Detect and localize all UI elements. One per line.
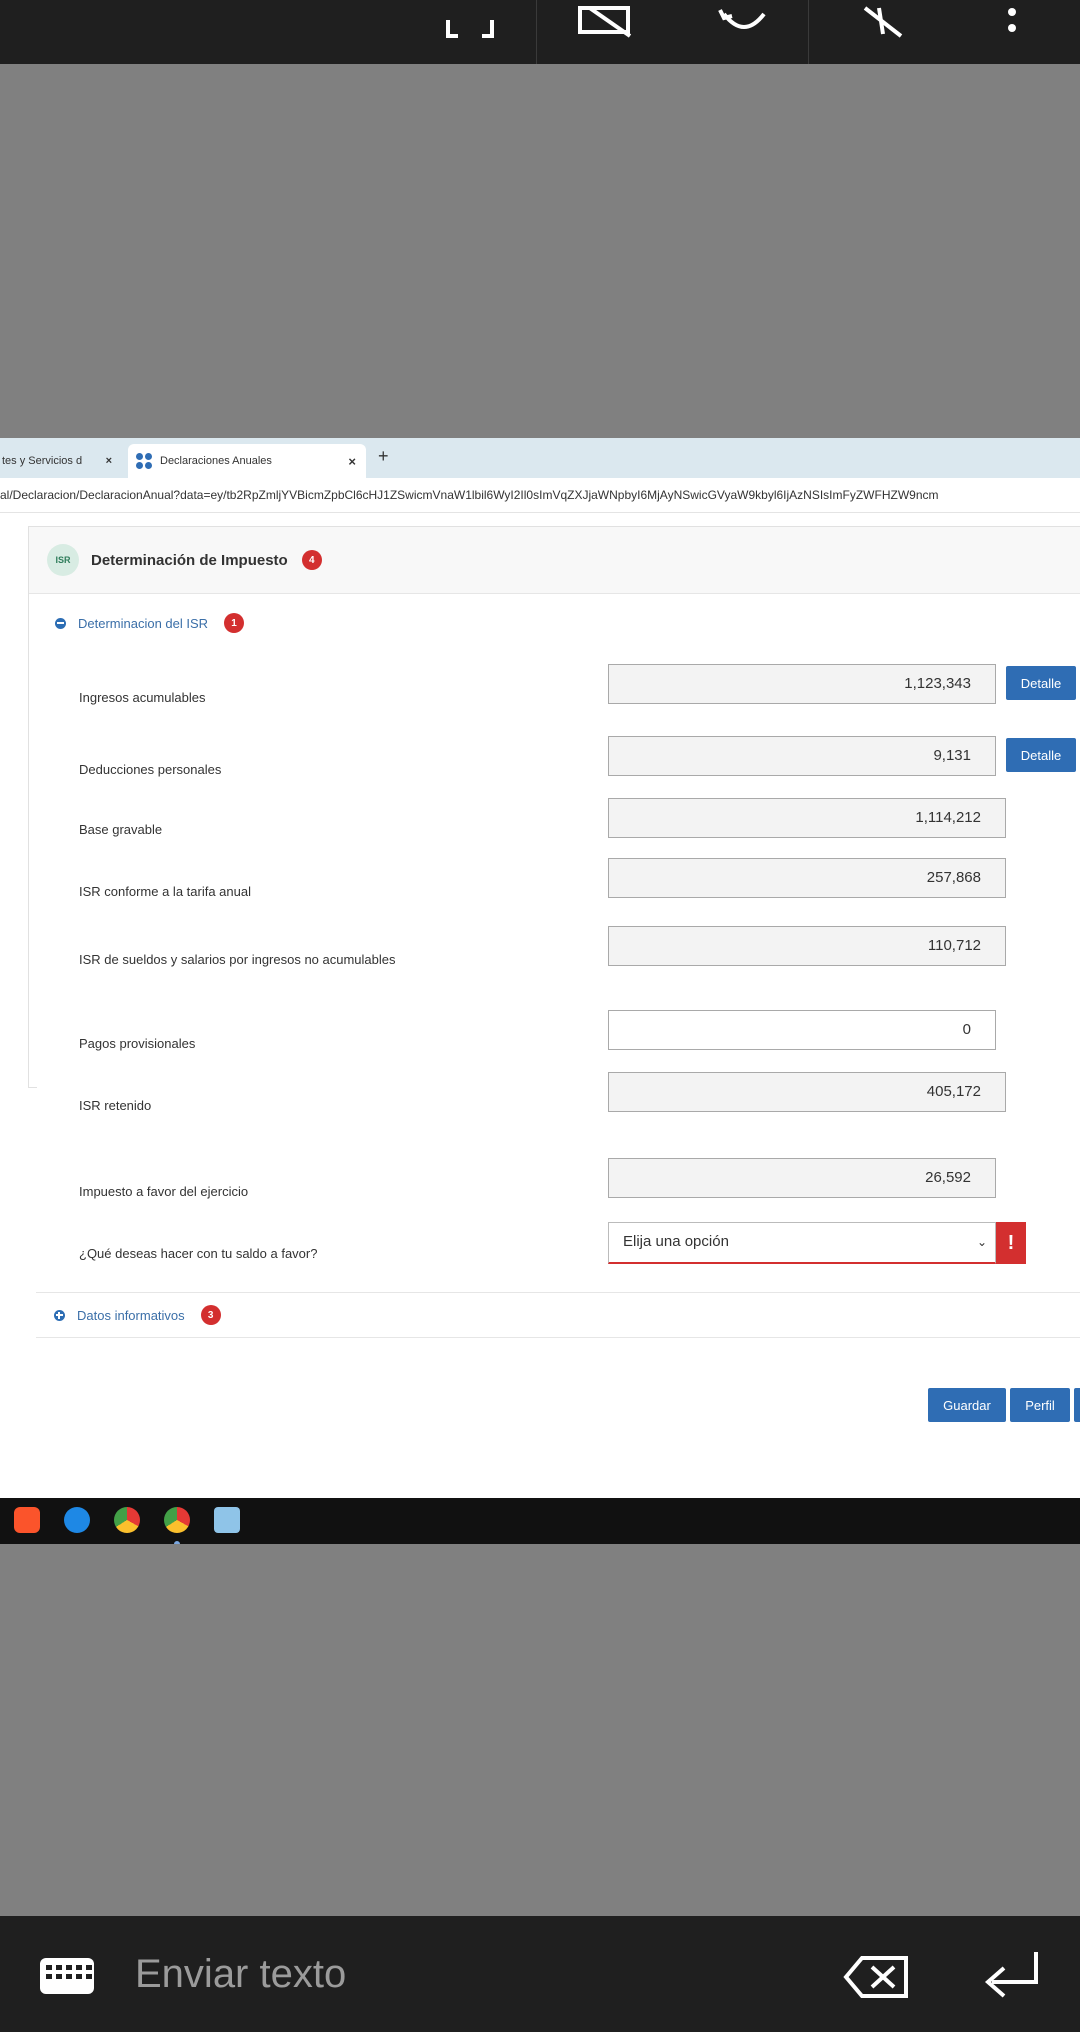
brave-browser-icon[interactable] bbox=[14, 1507, 40, 1533]
section-title: Datos informativos bbox=[77, 1307, 185, 1323]
new-tab-button[interactable]: + bbox=[378, 446, 389, 467]
saldo-favor-select[interactable]: Elija una opción ⌄ bbox=[608, 1222, 996, 1264]
touch-gesture-icon[interactable] bbox=[704, 0, 776, 52]
browser-tab-services[interactable]: tes y Servicios d × bbox=[0, 444, 120, 478]
expand-icon[interactable] bbox=[54, 1309, 65, 1321]
extra-button[interactable] bbox=[1074, 1388, 1080, 1422]
collapse-icon[interactable] bbox=[55, 617, 66, 629]
tab-label: tes y Servicios d bbox=[2, 455, 83, 467]
warning-icon: ! bbox=[996, 1222, 1026, 1264]
row-label: ISR retenido bbox=[79, 1098, 152, 1113]
guardar-button[interactable]: Guardar bbox=[928, 1388, 1006, 1422]
panel-title: Determinación de Impuesto bbox=[91, 551, 288, 569]
chevron-down-icon: ⌄ bbox=[976, 1235, 987, 1249]
browser-tab-declaraciones[interactable]: Declaraciones Anuales × bbox=[128, 444, 366, 478]
more-options-icon[interactable] bbox=[990, 0, 1034, 52]
row-label: Ingresos acumulables bbox=[79, 690, 206, 705]
isr-tarifa-field: 257,868 bbox=[608, 858, 1006, 898]
row-label: Impuesto a favor del ejercicio bbox=[79, 1184, 249, 1199]
send-text-input[interactable]: Enviar texto bbox=[135, 1952, 346, 1997]
isr-sueldos-field: 110,712 bbox=[608, 926, 1006, 966]
chrome-browser-icon[interactable] bbox=[114, 1507, 140, 1533]
isr-badge: ISR bbox=[47, 544, 79, 576]
isr-retenido-field: 405,172 bbox=[608, 1072, 1006, 1112]
pointer-off-icon[interactable] bbox=[848, 0, 918, 52]
enter-icon[interactable] bbox=[980, 1948, 1044, 2009]
windows-taskbar bbox=[0, 1498, 1080, 1544]
error-count-badge: 3 bbox=[200, 1305, 221, 1325]
tab-label: Declaraciones Anuales bbox=[160, 455, 272, 467]
chrome-profile-icon[interactable] bbox=[164, 1507, 190, 1533]
impuesto-favor-field: 26,592 bbox=[608, 1158, 996, 1198]
hide-screen-icon[interactable] bbox=[566, 0, 644, 52]
section-datos-header[interactable]: Datos informativos 3 bbox=[36, 1292, 1080, 1338]
pagos-provisionales-field[interactable]: 0 bbox=[608, 1010, 996, 1050]
perfil-button[interactable]: Perfil bbox=[1010, 1388, 1070, 1422]
panel-header[interactable]: ISR Determinación de Impuesto 4 bbox=[29, 527, 1080, 594]
error-count-badge: 4 bbox=[301, 550, 322, 570]
remote-toolbar bbox=[0, 0, 1080, 64]
row-label: Base gravable bbox=[79, 822, 163, 837]
grid-app-icon bbox=[136, 453, 152, 469]
row-label: ISR de sueldos y salarios por ingresos n… bbox=[79, 952, 396, 967]
remote-screen: tes y Servicios d × Declaraciones Anuale… bbox=[0, 438, 1080, 1544]
question-label: ¿Qué deseas hacer con tu saldo a favor? bbox=[79, 1246, 318, 1261]
ingresos-field: 1,123,343 bbox=[608, 664, 996, 704]
text-input-bar: Enviar texto bbox=[0, 1916, 1080, 2032]
select-value: Elija una opción bbox=[623, 1233, 729, 1250]
row-label: ISR conforme a la tarifa anual bbox=[79, 884, 251, 899]
detalle-deducciones-button[interactable]: Detalle bbox=[1006, 738, 1076, 772]
app-window-icon[interactable] bbox=[214, 1507, 240, 1533]
fullscreen-icon[interactable] bbox=[432, 0, 508, 52]
section-title: Determinacion del ISR bbox=[78, 615, 209, 631]
row-label: Pagos provisionales bbox=[79, 1036, 196, 1051]
edge-browser-icon[interactable] bbox=[64, 1507, 90, 1533]
error-count-badge: 1 bbox=[224, 613, 245, 633]
close-tab-icon[interactable]: × bbox=[106, 455, 112, 467]
section-isr-header[interactable]: Determinacion del ISR 1 bbox=[37, 603, 1080, 643]
detalle-ingresos-button[interactable]: Detalle bbox=[1006, 666, 1076, 700]
close-tab-icon[interactable]: × bbox=[348, 454, 356, 469]
backspace-icon[interactable] bbox=[842, 1954, 912, 2005]
keyboard-icon[interactable] bbox=[40, 1958, 94, 1994]
deducciones-field: 9,131 bbox=[608, 736, 996, 776]
browser-tab-strip: tes y Servicios d × Declaraciones Anuale… bbox=[0, 438, 1080, 478]
address-bar[interactable]: al/Declaracion/DeclaracionAnual?data=ey/… bbox=[0, 478, 1080, 513]
base-gravable-field: 1,114,212 bbox=[608, 798, 1006, 838]
row-label: Deducciones personales bbox=[79, 762, 222, 777]
